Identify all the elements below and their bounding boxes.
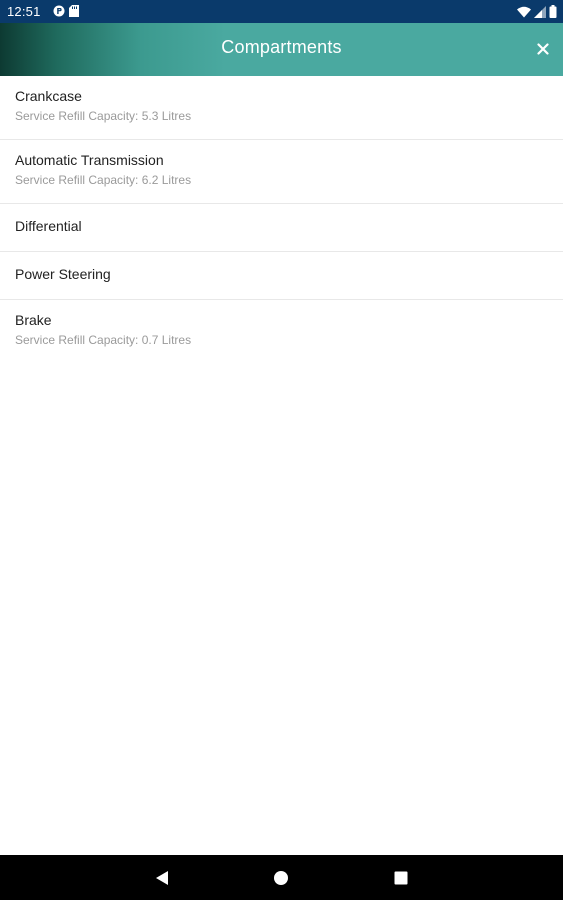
compartment-name: Power Steering [15, 266, 111, 282]
recents-button[interactable] [392, 869, 410, 887]
status-left-icons [53, 5, 79, 17]
home-icon [274, 871, 288, 885]
compartment-capacity: Service Refill Capacity: 0.7 Litres [15, 333, 192, 347]
compartment-name: Automatic Transmission [15, 152, 164, 168]
list-item-brake[interactable]: Brake Service Refill Capacity: 0.7 Litre… [0, 300, 563, 364]
system-nav-bar [0, 855, 563, 900]
cell-signal-icon [534, 5, 546, 18]
list-item-crankcase[interactable]: Crankcase Service Refill Capacity: 5.3 L… [0, 76, 563, 140]
wifi-icon [517, 6, 531, 18]
back-icon [156, 871, 168, 885]
compartment-list: Crankcase Service Refill Capacity: 5.3 L… [0, 76, 563, 364]
battery-icon [549, 5, 557, 18]
data-saver-icon [53, 5, 65, 17]
list-item-automatic-transmission[interactable]: Automatic Transmission Service Refill Ca… [0, 140, 563, 204]
close-icon [537, 43, 549, 55]
list-item-power-steering[interactable]: Power Steering [0, 252, 563, 300]
compartment-name: Crankcase [15, 88, 82, 104]
app-bar: Compartments [0, 23, 563, 76]
list-item-differential[interactable]: Differential [0, 204, 563, 252]
compartment-capacity: Service Refill Capacity: 5.3 Litres [15, 109, 192, 123]
compartment-name: Differential [15, 218, 82, 234]
recents-icon [394, 871, 408, 885]
close-button[interactable] [531, 37, 555, 61]
page-title: Compartments [221, 37, 342, 57]
sd-card-icon [69, 5, 79, 17]
status-time: 12:51 [7, 4, 41, 19]
back-button[interactable] [153, 869, 171, 887]
status-right-icons [517, 5, 557, 18]
status-bar: 12:51 [0, 0, 563, 23]
compartment-name: Brake [15, 312, 52, 328]
home-button[interactable] [272, 869, 290, 887]
compartment-capacity: Service Refill Capacity: 6.2 Litres [15, 173, 192, 187]
